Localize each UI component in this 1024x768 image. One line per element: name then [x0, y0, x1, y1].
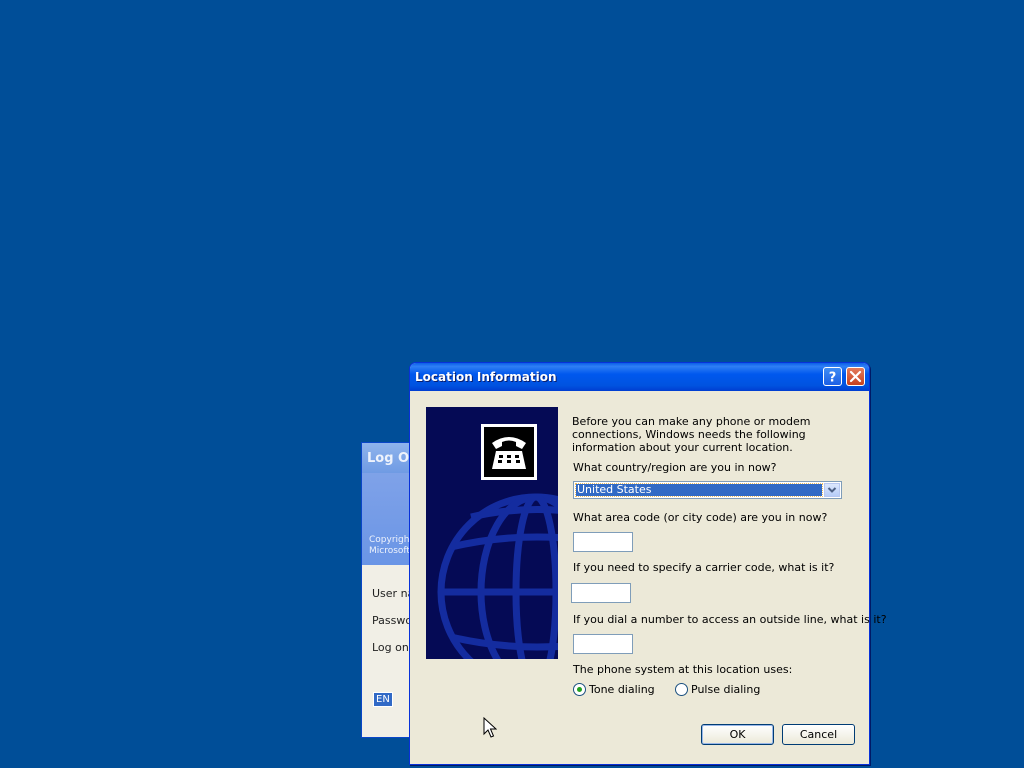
dialog-titlebar[interactable]: Location Information ? — [410, 363, 869, 391]
logon-username-label: User na — [372, 587, 415, 600]
intro-text: Before you can make any phone or modem c… — [572, 415, 811, 454]
globe-telephone-illustration — [426, 407, 558, 659]
mouse-pointer-icon — [483, 717, 497, 738]
question-mark-icon: ? — [829, 371, 837, 386]
dialog-client-area: Before you can make any phone or modem c… — [413, 391, 887, 761]
radio-selected-icon[interactable] — [573, 683, 586, 696]
close-button[interactable] — [846, 367, 865, 386]
area-code-question-label: What area code (or city code) are you in… — [573, 511, 828, 524]
outside-line-question-label: If you dial a number to access an outsid… — [573, 613, 887, 626]
telephone-icon — [481, 424, 537, 480]
pulse-dialing-label[interactable]: Pulse dialing — [691, 683, 760, 696]
location-information-dialog: Location Information ? Before you can ma… — [409, 362, 887, 765]
cancel-button[interactable]: Cancel — [782, 724, 855, 745]
svg-text:?: ? — [829, 371, 837, 386]
carrier-code-field[interactable] — [571, 583, 631, 603]
country-question-label: What country/region are you in now? — [573, 461, 777, 474]
close-icon — [849, 370, 862, 383]
logon-password-label: Passwo — [372, 614, 413, 627]
outside-line-field[interactable] — [573, 634, 633, 654]
area-code-field[interactable] — [573, 532, 633, 552]
country-selected-value: United States — [575, 483, 823, 497]
country-region-dropdown[interactable]: United States — [573, 481, 842, 499]
language-indicator[interactable]: EN — [373, 692, 393, 707]
ok-button[interactable]: OK — [701, 724, 774, 745]
dropdown-arrow-button[interactable] — [824, 483, 840, 497]
chevron-down-icon — [827, 487, 837, 493]
carrier-code-question-label: If you need to specify a carrier code, w… — [573, 561, 835, 574]
dialog-title: Location Information — [415, 370, 557, 384]
tone-dialing-label[interactable]: Tone dialing — [589, 683, 655, 696]
help-button[interactable]: ? — [823, 367, 842, 386]
radio-unselected-icon[interactable] — [675, 683, 688, 696]
phone-system-label: The phone system at this location uses: — [573, 663, 793, 676]
